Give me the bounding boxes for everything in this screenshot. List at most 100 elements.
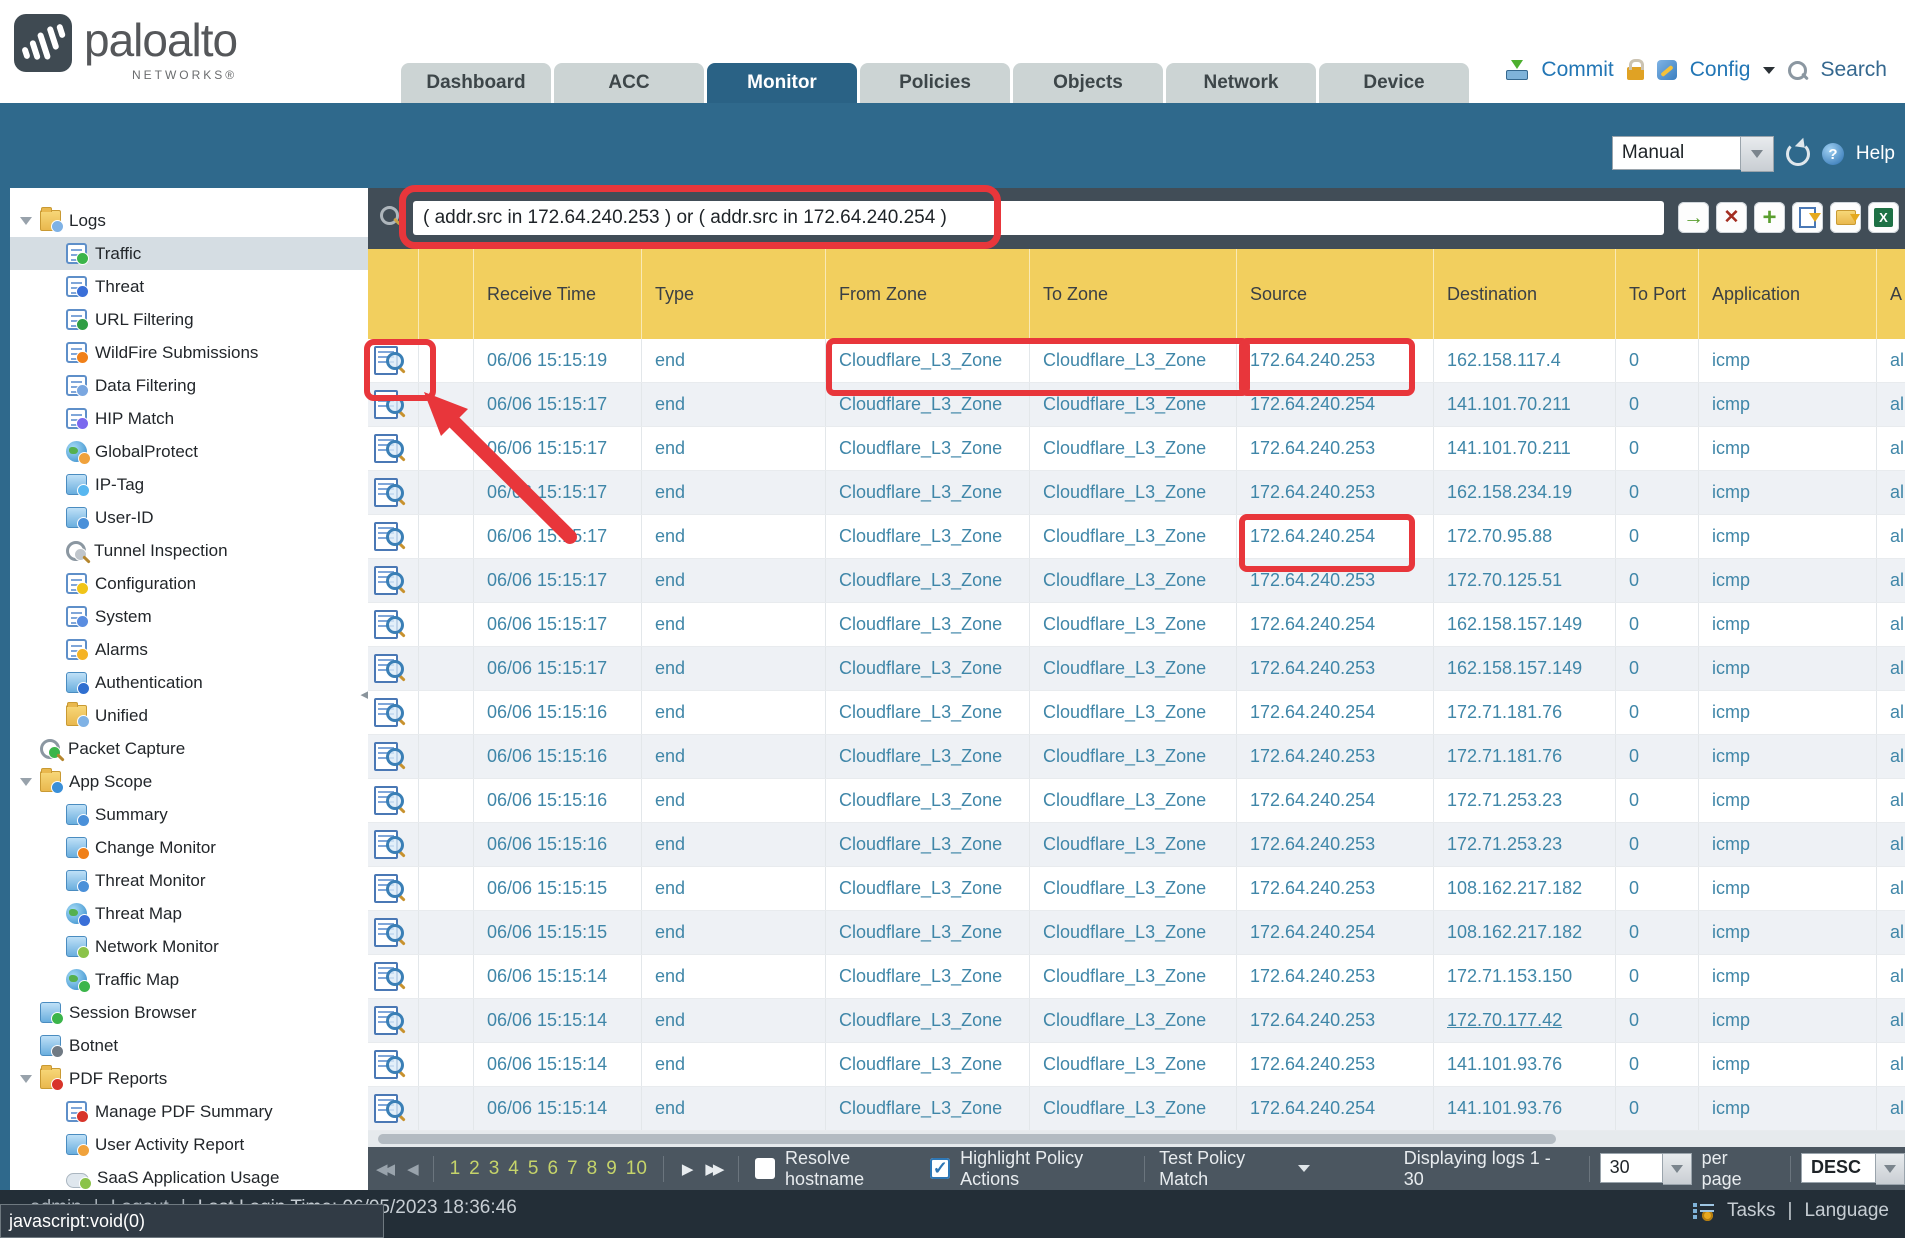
cell-source[interactable]: 172.64.240.254 — [1237, 1087, 1434, 1130]
clear-filter-button[interactable]: ✕ — [1716, 202, 1747, 233]
cell-application[interactable]: icmp — [1699, 999, 1877, 1042]
sidebar-item-session-browser[interactable]: Session Browser — [10, 996, 368, 1029]
refresh-mode-dropdown-button[interactable] — [1741, 136, 1774, 172]
cell-destination[interactable]: 108.162.217.182 — [1434, 867, 1616, 910]
cell-to-zone[interactable]: Cloudflare_L3_Zone — [1030, 911, 1237, 954]
tab-dashboard[interactable]: Dashboard — [401, 63, 551, 103]
tab-device[interactable]: Device — [1319, 63, 1469, 103]
cell-to-port[interactable]: 0 — [1616, 647, 1699, 690]
search-button[interactable]: Search — [1820, 58, 1887, 82]
cell-time[interactable]: 06/06 15:15:15 — [474, 867, 642, 910]
sidebar-item-unified[interactable]: Unified — [10, 699, 368, 732]
page-number-8[interactable]: 8 — [587, 1158, 598, 1180]
cell-action[interactable]: al — [1877, 515, 1905, 558]
cell-to-port[interactable]: 0 — [1616, 515, 1699, 558]
cell-source[interactable]: 172.64.240.254 — [1237, 383, 1434, 426]
page-number-10[interactable]: 10 — [626, 1158, 647, 1180]
cell-to-zone[interactable]: Cloudflare_L3_Zone — [1030, 735, 1237, 778]
sort-order-dropdown-button[interactable] — [1876, 1153, 1905, 1185]
first-page-button[interactable]: ◀◀ — [376, 1160, 391, 1178]
cell-source[interactable]: 172.64.240.254 — [1237, 691, 1434, 734]
cell-type[interactable]: end — [642, 1043, 826, 1086]
cell-time[interactable]: 06/06 15:15:14 — [474, 1087, 642, 1130]
cell-to-port[interactable]: 0 — [1616, 559, 1699, 602]
column-header-source[interactable]: Source — [1237, 249, 1434, 339]
cell-application[interactable]: icmp — [1699, 1087, 1877, 1130]
log-detail-icon[interactable] — [374, 962, 398, 991]
cell-to-zone[interactable]: Cloudflare_L3_Zone — [1030, 603, 1237, 646]
sort-order-value[interactable]: DESC — [1801, 1153, 1876, 1183]
sidebar-item-alarms[interactable]: Alarms — [10, 633, 368, 666]
last-page-button[interactable]: ▶▶ — [705, 1160, 720, 1178]
cell-destination[interactable]: 172.71.253.23 — [1434, 823, 1616, 866]
cell-type[interactable]: end — [642, 603, 826, 646]
cell-destination[interactable]: 141.101.70.211 — [1434, 427, 1616, 470]
cell-application[interactable]: icmp — [1699, 603, 1877, 646]
cell-to-zone[interactable]: Cloudflare_L3_Zone — [1030, 867, 1237, 910]
cell-from-zone[interactable]: Cloudflare_L3_Zone — [826, 691, 1030, 734]
cell-to-port[interactable]: 0 — [1616, 1087, 1699, 1130]
scrollbar-thumb[interactable] — [378, 1134, 1556, 1144]
cell-from-zone[interactable]: Cloudflare_L3_Zone — [826, 471, 1030, 514]
language-link[interactable]: Language — [1804, 1200, 1889, 1222]
cell-application[interactable]: icmp — [1699, 515, 1877, 558]
sidebar-item-user-activity-report[interactable]: User Activity Report — [10, 1128, 368, 1161]
help-link[interactable]: Help — [1856, 143, 1895, 165]
refresh-mode-value[interactable]: Manual — [1612, 136, 1741, 170]
cell-to-port[interactable]: 0 — [1616, 471, 1699, 514]
sidebar-item-configuration[interactable]: Configuration — [10, 567, 368, 600]
cell-to-port[interactable]: 0 — [1616, 779, 1699, 822]
cell-from-zone[interactable]: Cloudflare_L3_Zone — [826, 339, 1030, 382]
tab-policies[interactable]: Policies — [860, 63, 1010, 103]
cell-from-zone[interactable]: Cloudflare_L3_Zone — [826, 647, 1030, 690]
cell-from-zone[interactable]: Cloudflare_L3_Zone — [826, 955, 1030, 998]
refresh-icon[interactable] — [1786, 142, 1810, 166]
page-number-4[interactable]: 4 — [508, 1158, 519, 1180]
cell-to-zone[interactable]: Cloudflare_L3_Zone — [1030, 1043, 1237, 1086]
cell-action[interactable]: al — [1877, 735, 1905, 778]
cell-destination[interactable]: 141.101.93.76 — [1434, 1087, 1616, 1130]
cell-source[interactable]: 172.64.240.253 — [1237, 559, 1434, 602]
cell-to-zone[interactable]: Cloudflare_L3_Zone — [1030, 955, 1237, 998]
cell-source[interactable]: 172.64.240.253 — [1237, 999, 1434, 1042]
cell-type[interactable]: end — [642, 339, 826, 382]
column-header-type[interactable]: Type — [642, 249, 826, 339]
cell-type[interactable]: end — [642, 383, 826, 426]
cell-time[interactable]: 06/06 15:15:17 — [474, 471, 642, 514]
cell-destination[interactable]: 172.71.253.23 — [1434, 779, 1616, 822]
cell-action[interactable]: al — [1877, 339, 1905, 382]
cell-to-port[interactable]: 0 — [1616, 427, 1699, 470]
tab-network[interactable]: Network — [1166, 63, 1316, 103]
expander-triangle-icon[interactable] — [20, 1075, 32, 1089]
page-number-2[interactable]: 2 — [469, 1158, 480, 1180]
cell-source[interactable]: 172.64.240.253 — [1237, 867, 1434, 910]
test-policy-match-button[interactable]: Test Policy Match — [1159, 1148, 1310, 1190]
cell-type[interactable]: end — [642, 735, 826, 778]
cell-action[interactable]: al — [1877, 427, 1905, 470]
cell-time[interactable]: 06/06 15:15:17 — [474, 559, 642, 602]
cell-from-zone[interactable]: Cloudflare_L3_Zone — [826, 383, 1030, 426]
cell-destination[interactable]: 162.158.117.4 — [1434, 339, 1616, 382]
cell-type[interactable]: end — [642, 427, 826, 470]
cell-from-zone[interactable]: Cloudflare_L3_Zone — [826, 1087, 1030, 1130]
cell-destination[interactable]: 172.71.153.150 — [1434, 955, 1616, 998]
cell-destination[interactable]: 172.71.181.76 — [1434, 735, 1616, 778]
cell-time[interactable]: 06/06 15:15:15 — [474, 911, 642, 954]
cell-time[interactable]: 06/06 15:15:17 — [474, 515, 642, 558]
column-header-col0[interactable] — [368, 249, 419, 339]
sidebar-item-tunnel-inspection[interactable]: Tunnel Inspection — [10, 534, 368, 567]
add-filter-button[interactable]: + — [1754, 202, 1785, 233]
cell-to-port[interactable]: 0 — [1616, 603, 1699, 646]
cell-type[interactable]: end — [642, 911, 826, 954]
sidebar-item-botnet[interactable]: Botnet — [10, 1029, 368, 1062]
cell-from-zone[interactable]: Cloudflare_L3_Zone — [826, 999, 1030, 1042]
cell-source[interactable]: 172.64.240.253 — [1237, 823, 1434, 866]
help-icon[interactable]: ? — [1822, 143, 1844, 165]
column-header-to-port[interactable]: To Port — [1616, 249, 1699, 339]
cell-application[interactable]: icmp — [1699, 427, 1877, 470]
cell-action[interactable]: al — [1877, 823, 1905, 866]
log-detail-icon[interactable] — [374, 434, 398, 463]
cell-to-port[interactable]: 0 — [1616, 955, 1699, 998]
cell-destination[interactable]: 172.71.181.76 — [1434, 691, 1616, 734]
highlight-policy-actions-checkbox[interactable]: ✓ — [930, 1158, 950, 1179]
